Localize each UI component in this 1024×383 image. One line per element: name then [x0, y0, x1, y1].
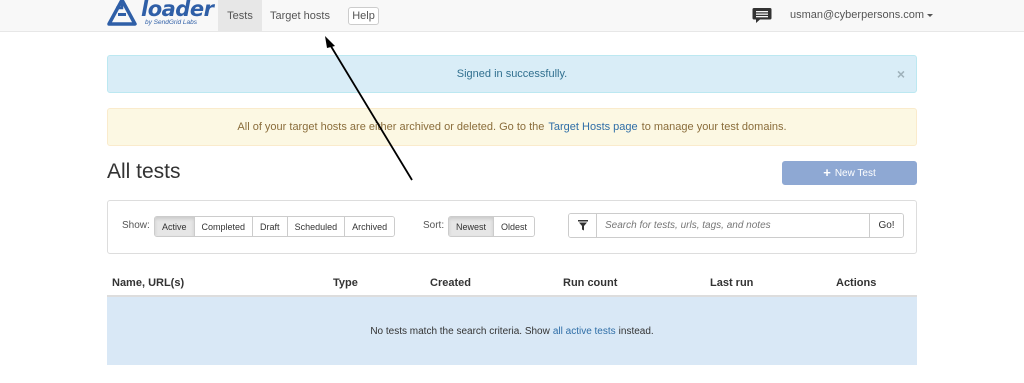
help-button[interactable]: Help [348, 7, 379, 25]
column-header-created[interactable]: Created [430, 277, 471, 289]
show-filter-group: Active Completed Draft Scheduled Archive… [154, 216, 396, 237]
search-group: Go! [568, 213, 904, 238]
search-input[interactable] [597, 214, 869, 237]
signed-in-message: Signed in successfully. [456, 68, 568, 80]
show-completed-button[interactable]: Completed [194, 217, 254, 236]
funnel-icon [577, 220, 588, 231]
top-navbar: loader by SendGrid Labs Tests Target hos… [0, 0, 1024, 32]
new-test-label: New Test [834, 167, 876, 179]
show-scheduled-button[interactable]: Scheduled [287, 217, 346, 236]
user-menu-dropdown[interactable]: usman@cyberpersons.com [790, 9, 934, 21]
sort-label: Sort: [423, 220, 445, 231]
logo-subtitle: by SendGrid Labs [145, 19, 198, 26]
filter-dropdown-button[interactable] [569, 214, 597, 237]
show-draft-button[interactable]: Draft [253, 217, 288, 236]
loader-logo-icon [107, 0, 137, 26]
column-header-run-count[interactable]: Run count [563, 277, 617, 289]
all-active-tests-link[interactable]: all active tests [553, 326, 616, 337]
show-archived-button[interactable]: Archived [345, 217, 395, 236]
caret-down-icon [927, 13, 934, 17]
loader-logo[interactable]: loader by SendGrid Labs [107, 0, 214, 32]
plus-icon: + [823, 165, 831, 180]
sort-group: Newest Oldest [448, 216, 536, 237]
filter-panel: Show: Active Completed Draft Scheduled A… [107, 200, 917, 254]
column-header-actions: Actions [836, 277, 877, 289]
sort-oldest-button[interactable]: Oldest [494, 217, 535, 236]
archived-hosts-warning: All of your target hosts are either arch… [107, 108, 917, 146]
empty-results-row: No tests match the search criteria. Show… [107, 297, 917, 365]
close-icon[interactable]: × [897, 67, 905, 81]
logo-wordmark: loader [141, 0, 214, 21]
sort-newest-button[interactable]: Newest [449, 217, 495, 236]
signed-in-alert: Signed in successfully. × [107, 55, 917, 93]
empty-text-before: No tests match the search criteria. Show [370, 325, 550, 337]
new-test-button[interactable]: + New Test [782, 161, 917, 185]
column-header-name[interactable]: Name, URL(s) [112, 277, 184, 289]
page-title: All tests [107, 160, 181, 183]
empty-text-after: instead. [618, 325, 654, 337]
column-header-last-run[interactable]: Last run [710, 277, 753, 289]
show-label: Show: [122, 220, 150, 231]
target-hosts-page-link[interactable]: Target Hosts page [548, 121, 637, 133]
nav-tab-target-hosts[interactable]: Target hosts [265, 0, 335, 32]
chat-bubble-icon[interactable] [752, 7, 772, 24]
tests-table-header: Name, URL(s) Type Created Run count Last… [107, 268, 917, 297]
nav-tab-tests[interactable]: Tests [218, 0, 262, 32]
show-active-button[interactable]: Active [155, 217, 195, 236]
go-button[interactable]: Go! [869, 214, 903, 237]
warning-text-before: All of your target hosts are either arch… [237, 121, 545, 133]
user-email: usman@cyberpersons.com [790, 9, 925, 21]
column-header-type[interactable]: Type [333, 277, 358, 289]
warning-text-after: to manage your test domains. [641, 121, 787, 133]
